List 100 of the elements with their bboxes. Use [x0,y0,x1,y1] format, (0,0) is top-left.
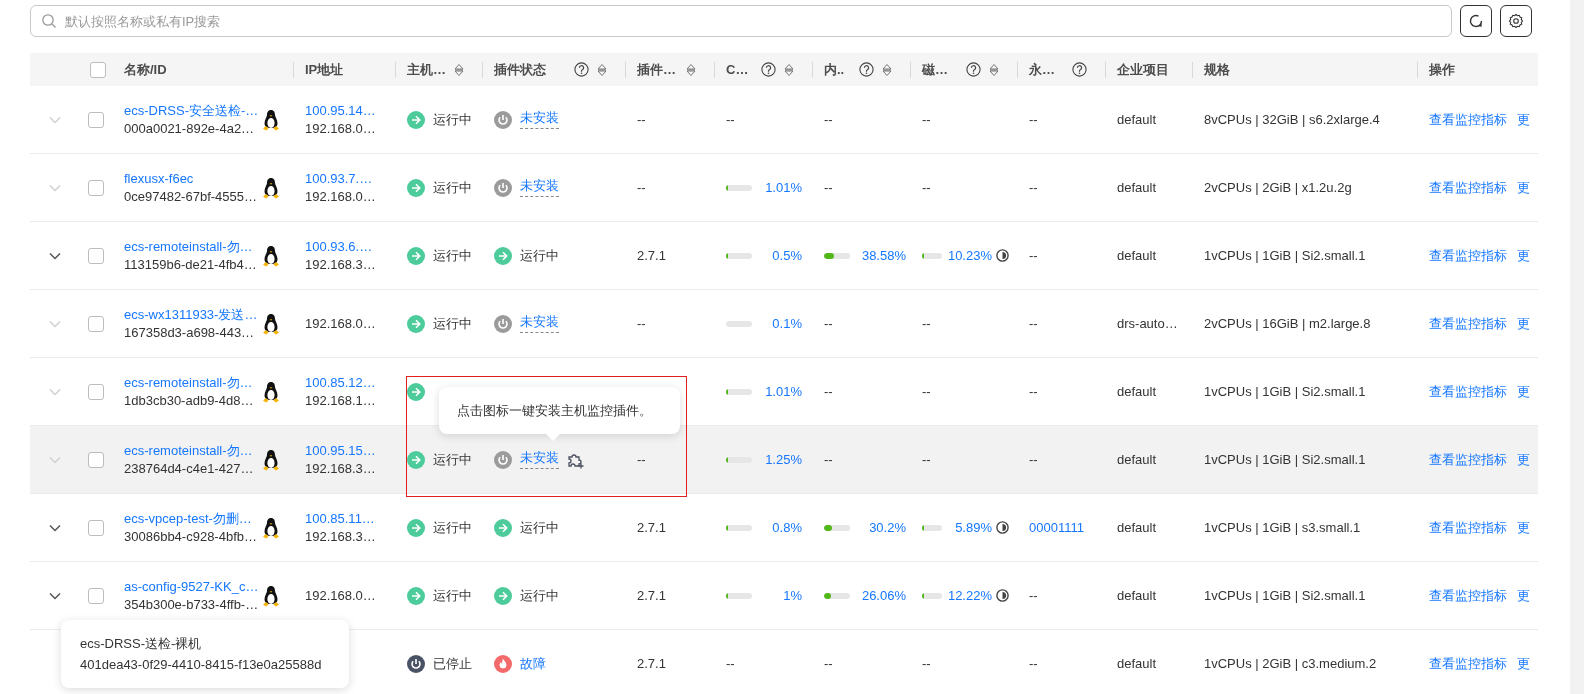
usage-reading[interactable]: 0.1% [752,316,802,331]
version-text: 2.7.1 [637,248,666,263]
refresh-button[interactable] [1460,5,1492,37]
usage-reading[interactable]: 0.5% [752,248,802,263]
usage-reading[interactable]: 26.06% [850,588,906,603]
status-text: 运行中 [433,586,472,605]
spec-text: 8vCPUs | 32GiB | s6.2xlarge.4 [1204,112,1380,127]
more-link[interactable]: 更 [1517,586,1530,605]
penguin-icon [262,108,280,131]
empty-value: -- [1029,112,1038,127]
help-icon[interactable] [761,62,776,77]
row-checkbox[interactable] [88,179,104,196]
monitor-link[interactable]: 查看监控指标 [1429,178,1507,197]
empty-value: -- [824,452,833,467]
public-ip-link[interactable]: 100.85.12… [305,373,376,392]
row-checkbox[interactable] [88,451,104,468]
public-ip-link[interactable]: 100.95.14… [305,101,376,120]
more-link[interactable]: 更 [1517,178,1530,197]
usage-reading[interactable]: 1% [752,588,802,603]
half-circle-icon[interactable] [996,521,1009,534]
sort-icon[interactable] [784,62,794,77]
sort-icon[interactable] [454,62,464,77]
project-text: drs-auto… [1117,316,1178,331]
more-link[interactable]: 更 [1517,110,1530,129]
help-icon[interactable] [859,62,874,77]
usage-reading[interactable]: 5.89% [942,520,992,535]
sort-icon[interactable] [597,62,607,77]
monitor-link[interactable]: 查看监控指标 [1429,314,1507,333]
monitor-link[interactable]: 查看监控指标 [1429,110,1507,129]
tooltip-text: 点击图标一键安装主机监控插件。 [457,401,652,420]
instance-name-link[interactable]: ecs-remoteinstall-勿… [124,441,262,460]
private-ip: 192.168.0… [305,119,376,138]
instance-name-link[interactable]: ecs-remoteinstall-勿… [124,373,262,392]
monitor-link[interactable]: 查看监控指标 [1429,382,1507,401]
plugin-status-link[interactable]: 未安装 [520,178,559,197]
empty-value: -- [726,656,735,671]
more-link[interactable]: 更 [1517,654,1530,673]
select-all-checkbox[interactable] [90,61,106,78]
empty-value: -- [1029,316,1038,331]
public-ip-link[interactable]: 100.93.7.… [305,169,376,188]
usage-reading[interactable]: 1.01% [752,384,802,399]
public-ip-link[interactable]: 100.85.11… [305,509,376,528]
instance-name-link[interactable]: ecs-DRSS-安全送检-… [124,101,262,120]
settings-button[interactable] [1500,5,1532,37]
sort-icon[interactable] [989,62,999,77]
public-ip-link[interactable]: 100.95.15… [305,441,376,460]
value-link[interactable]: 00001111 [1029,520,1084,535]
instance-name-link[interactable]: as-config-9527-KK_c… [124,577,262,596]
usage-reading[interactable]: 1.01% [752,180,802,195]
row-checkbox[interactable] [88,315,104,332]
private-ip: 192.168.0… [305,586,376,605]
private-ip: 192.168.0… [305,187,376,206]
public-ip-link[interactable]: 100.93.6.… [305,237,376,256]
usage-reading[interactable]: 30.2% [850,520,906,535]
usage-reading[interactable]: 38.58% [850,248,906,263]
empty-value: -- [824,112,833,127]
instance-name-link[interactable]: ecs-vpcep-test-勿删… [124,509,262,528]
more-link[interactable]: 更 [1517,382,1530,401]
penguin-icon [262,380,280,403]
usage-reading[interactable]: 12.22% [942,588,992,603]
half-circle-icon[interactable] [996,589,1009,602]
monitor-link[interactable]: 查看监控指标 [1429,246,1507,265]
empty-value: -- [1029,452,1038,467]
tooltip-name: ecs-DRSS-送检-裸机 [80,635,203,653]
spec-text: 1vCPUs | 1GiB | Si2.small.1 [1204,452,1366,467]
half-circle-icon[interactable] [996,249,1009,262]
instance-name-link[interactable]: flexusx-f6ec [124,169,262,188]
column-header[interactable]: 名称/ID [114,53,293,86]
row-checkbox[interactable] [88,587,104,604]
row-checkbox[interactable] [88,111,104,128]
usage-reading[interactable]: 10.23% [942,248,992,263]
plugin-status-link[interactable]: 未安装 [520,450,559,469]
usage-reading[interactable]: 0.8% [752,520,802,535]
sort-icon[interactable] [686,62,696,77]
more-link[interactable]: 更 [1517,450,1530,469]
help-icon[interactable] [1072,62,1087,77]
plugin-status-link[interactable]: 未安装 [520,314,559,333]
project-text: default [1117,452,1157,467]
version-text: -- [637,112,646,127]
monitor-link[interactable]: 查看监控指标 [1429,518,1507,537]
row-checkbox[interactable] [88,247,104,264]
instance-name-link[interactable]: ecs-remoteinstall-勿… [124,237,262,256]
more-link[interactable]: 更 [1517,246,1530,265]
row-checkbox[interactable] [88,383,104,400]
row-checkbox[interactable] [88,519,104,536]
monitor-link[interactable]: 查看监控指标 [1429,586,1507,605]
help-icon[interactable] [574,62,589,77]
plugin-status-link[interactable]: 故障 [520,654,546,673]
private-ip: 192.168.3… [305,459,376,478]
monitor-link[interactable]: 查看监控指标 [1429,450,1507,469]
help-icon[interactable] [966,62,981,77]
sort-icon[interactable] [882,62,892,77]
more-link[interactable]: 更 [1517,518,1530,537]
usage-reading[interactable]: 1.25% [752,452,802,467]
monitor-link[interactable]: 查看监控指标 [1429,654,1507,673]
instance-name-link[interactable]: ecs-wx1311933-发送… [124,305,262,324]
spec-text: 1vCPUs | 2GiB | c3.medium.2 [1204,656,1377,671]
more-link[interactable]: 更 [1517,314,1530,333]
search-field[interactable]: 默认按照名称或私有IP搜索 [30,5,1452,37]
plugin-status-link[interactable]: 未安装 [520,110,559,129]
